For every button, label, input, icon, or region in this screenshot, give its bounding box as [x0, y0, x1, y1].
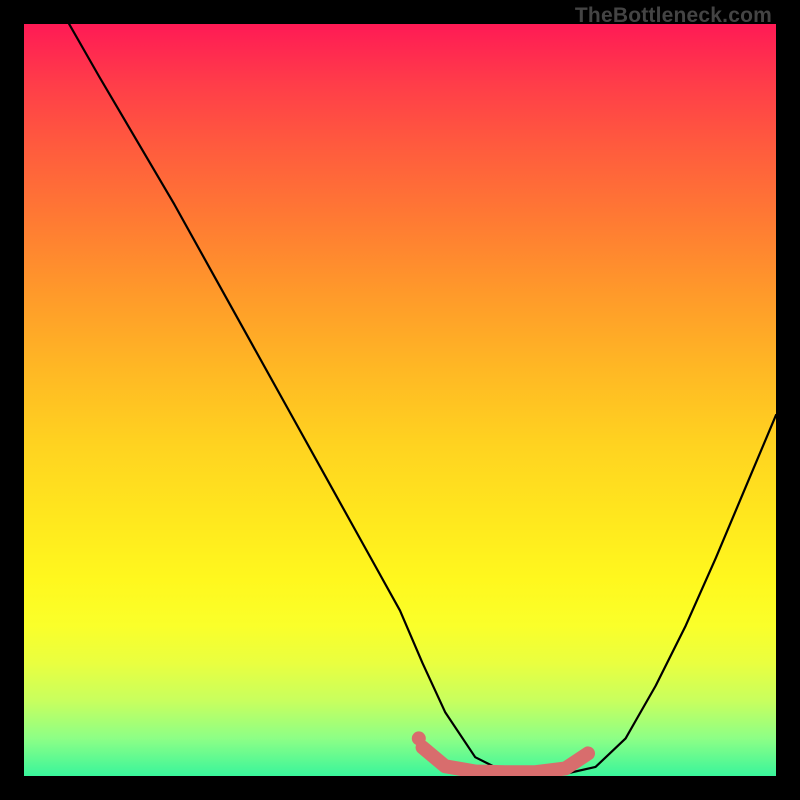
bottleneck-curve-path	[69, 24, 776, 774]
chart-frame: TheBottleneck.com	[0, 0, 800, 800]
plot-area	[24, 24, 776, 776]
highlight-segment-path	[423, 747, 588, 772]
highlight-dot	[412, 731, 426, 745]
curve-svg	[24, 24, 776, 776]
